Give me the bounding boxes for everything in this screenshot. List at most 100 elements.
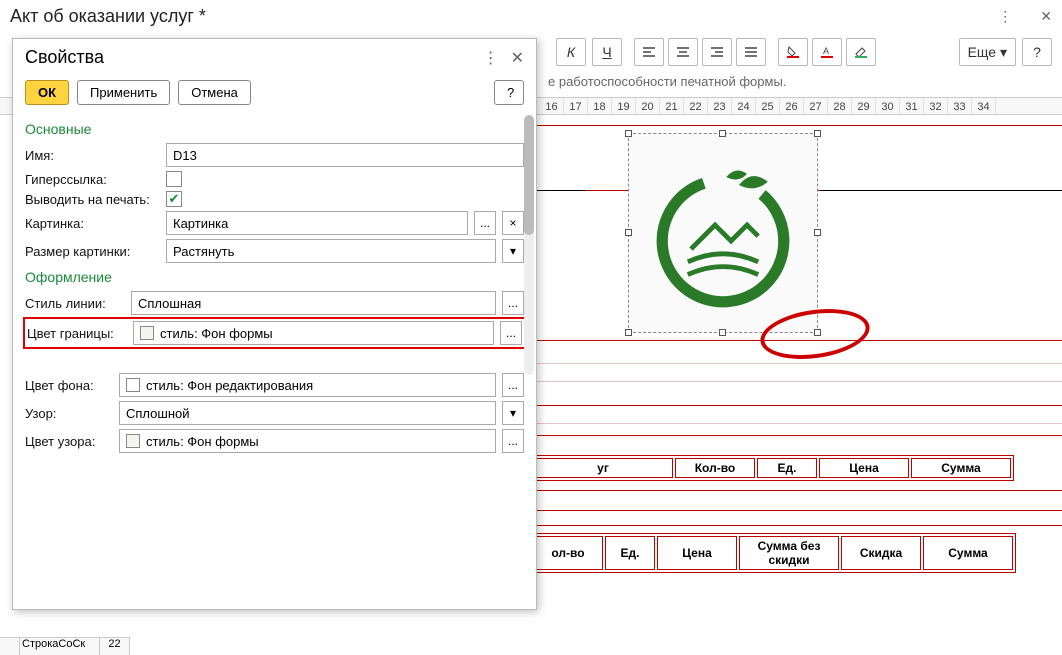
line-style-label: Стиль линии: [25,296,125,311]
dialog-title: Свойства [25,47,471,68]
pattern-color-swatch [126,434,140,448]
size-dropdown-button[interactable]: ▾ [502,239,524,263]
col-header: Скидка [841,536,921,570]
bg-color-value: стиль: Фон редактирования [146,378,313,393]
name-row: Имя: D13 [25,143,524,167]
section-design: Оформление [25,269,524,285]
more-button[interactable]: Еще ▾ [959,38,1016,66]
row-label[interactable]: СтрокаСоСк [20,638,100,655]
more-icon[interactable]: ⋮ [998,8,1012,25]
help-button[interactable]: ? [1022,38,1052,66]
col-header: Цена [657,536,737,570]
pattern-label: Узор: [25,406,113,421]
pattern-select[interactable]: Сплошной [119,401,496,425]
apply-button[interactable]: Применить [77,80,170,105]
ruler-cell[interactable]: 34 [972,98,996,114]
pattern-color-browse-button[interactable]: ... [502,429,524,453]
ruler-cell[interactable]: 23 [708,98,732,114]
pattern-color-value: стиль: Фон формы [146,434,259,449]
ruler-cell[interactable]: 29 [852,98,876,114]
dialog-help-button[interactable]: ? [494,80,524,105]
col-header: уг [533,458,673,478]
text-color-button[interactable]: A [812,38,842,66]
bg-color-button[interactable] [778,38,808,66]
ruler-cell[interactable]: 32 [924,98,948,114]
col-header: Цена [819,458,909,478]
image-cell-selection[interactable] [628,133,818,333]
dialog-scrollbar[interactable] [524,115,534,375]
border-color-browse-button[interactable]: ... [500,321,522,345]
window-controls: ⋮ ✕ [956,8,1052,25]
ruler-cell[interactable]: 28 [828,98,852,114]
picture-browse-button[interactable]: ... [474,211,496,235]
highlight-button[interactable] [846,38,876,66]
border-color-input[interactable]: стиль: Фон формы [133,321,494,345]
svg-text:A: A [823,46,829,56]
row-header-bottom: СтрокаСоСк 22 [0,637,130,655]
ruler-cell[interactable]: 26 [780,98,804,114]
scrollbar-thumb[interactable] [524,115,534,235]
ruler-cell[interactable]: 27 [804,98,828,114]
properties-dialog: Свойства ⋮ ✕ ОК Применить Отмена ? Основ… [12,38,537,610]
col-header: Ед. [605,536,655,570]
window-title: Акт об оказании услуг * [10,6,956,27]
services-table: уг Кол-во Ед. Цена Сумма [530,455,1014,481]
ruler-cell[interactable]: 16 [540,98,564,114]
line-style-browse-button[interactable]: ... [502,291,524,315]
pattern-dropdown-button[interactable]: ▾ [502,401,524,425]
print-checkbox[interactable] [166,191,182,207]
italic-button[interactable]: К [556,38,586,66]
window-titlebar: Акт об оказании услуг * ⋮ ✕ [0,0,1062,32]
border-color-label: Цвет границы: [27,326,127,341]
picture-input[interactable]: Картинка [166,211,468,235]
ruler-cell[interactable]: 22 [684,98,708,114]
row-number[interactable]: 22 [100,638,130,655]
ruler-cell[interactable]: 18 [588,98,612,114]
underline-button[interactable]: Ч [592,38,622,66]
close-icon[interactable]: ✕ [1040,8,1052,25]
ruler-cell[interactable]: 25 [756,98,780,114]
picture-row: Картинка: Картинка ... × [25,211,524,235]
align-left-button[interactable] [634,38,664,66]
print-row: Выводить на печать: [25,191,524,207]
ruler-cell[interactable]: 30 [876,98,900,114]
dialog-titlebar: Свойства ⋮ ✕ [13,39,536,76]
ruler-cell[interactable]: 33 [948,98,972,114]
name-label: Имя: [25,148,160,163]
border-color-value: стиль: Фон формы [160,326,273,341]
dialog-more-icon[interactable]: ⋮ [483,48,499,68]
bg-color-swatch [126,378,140,392]
discount-table: ол-во Ед. Цена Сумма без скидки Скидка С… [530,533,1016,573]
dialog-body: Основные Имя: D13 Гиперссылка: Выводить … [13,115,536,609]
cancel-button[interactable]: Отмена [178,80,251,105]
ruler-cell[interactable]: 21 [660,98,684,114]
print-label: Выводить на печать: [25,192,160,207]
ok-button[interactable]: ОК [25,80,69,105]
col-header: Кол-во [675,458,755,478]
ruler-cell[interactable]: 19 [612,98,636,114]
size-select[interactable]: Растянуть [166,239,496,263]
bg-color-row: Цвет фона: стиль: Фон редактирования ... [25,373,524,397]
pattern-color-row: Цвет узора: стиль: Фон формы ... [25,429,524,453]
logo-icon [643,153,803,313]
hyperlink-checkbox[interactable] [166,171,182,187]
line-style-input[interactable]: Сплошная [131,291,496,315]
align-center-button[interactable] [668,38,698,66]
ruler-cell[interactable]: 31 [900,98,924,114]
ruler-cell[interactable]: 24 [732,98,756,114]
size-row: Размер картинки: Растянуть ▾ [25,239,524,263]
ruler-cell[interactable]: 17 [564,98,588,114]
picture-clear-button[interactable]: × [502,211,524,235]
align-justify-button[interactable] [736,38,766,66]
name-input[interactable]: D13 [166,143,524,167]
bg-color-browse-button[interactable]: ... [502,373,524,397]
bg-color-input[interactable]: стиль: Фон редактирования [119,373,496,397]
col-header: Сумма [911,458,1011,478]
col-header: ол-во [533,536,603,570]
dialog-buttons: ОК Применить Отмена ? [13,76,536,115]
ruler-cell[interactable]: 20 [636,98,660,114]
align-right-button[interactable] [702,38,732,66]
dialog-close-icon[interactable]: ✕ [511,48,524,68]
bg-color-label: Цвет фона: [25,378,113,393]
pattern-color-input[interactable]: стиль: Фон формы [119,429,496,453]
